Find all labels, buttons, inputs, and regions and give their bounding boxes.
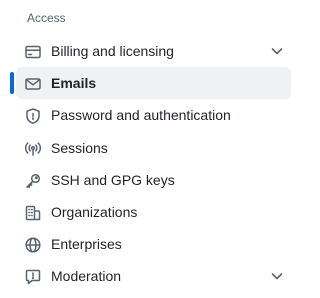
nav-item-label: SSH and GPG keys: [51, 171, 175, 188]
nav-item-ssh-and-gpg-keys[interactable]: SSH and GPG keys: [16, 164, 291, 196]
nav-item-label: Password and authentication: [51, 107, 231, 124]
nav-item-emails[interactable]: Emails: [10, 67, 291, 100]
section-title: Access: [27, 11, 66, 25]
nav-item-label: Sessions: [51, 139, 108, 156]
broadcast-icon: [24, 140, 42, 158]
credit-card-icon: [24, 43, 42, 61]
nav-item-enterprises[interactable]: Enterprises: [16, 228, 291, 260]
chevron-down-icon[interactable]: [269, 43, 285, 59]
organization-icon: [24, 204, 42, 222]
nav-item-label: Billing and licensing: [51, 43, 174, 59]
nav-item-label: Moderation: [51, 268, 122, 285]
nav-item-billing-and-licensing[interactable]: Billing and licensing: [16, 35, 291, 67]
nav-item-label: Enterprises: [51, 236, 122, 253]
nav-item-password-and-authentication[interactable]: Password and authentication: [16, 99, 291, 131]
chevron-down-icon[interactable]: [269, 268, 285, 284]
mail-icon: [24, 75, 42, 93]
report-icon: [24, 268, 42, 286]
nav-item-label: Organizations: [51, 203, 138, 220]
globe-icon: [24, 236, 42, 254]
nav-item-organizations[interactable]: Organizations: [16, 196, 291, 228]
key-icon: [24, 172, 42, 190]
active-indicator: [10, 72, 14, 95]
nav-item-sessions[interactable]: Sessions: [16, 132, 291, 164]
shield-lock-icon: [24, 107, 42, 125]
settings-nav: Billing and licensing Emails Password an…: [10, 35, 291, 293]
nav-item-label: Emails: [51, 75, 97, 92]
nav-item-moderation[interactable]: Moderation: [16, 260, 291, 292]
